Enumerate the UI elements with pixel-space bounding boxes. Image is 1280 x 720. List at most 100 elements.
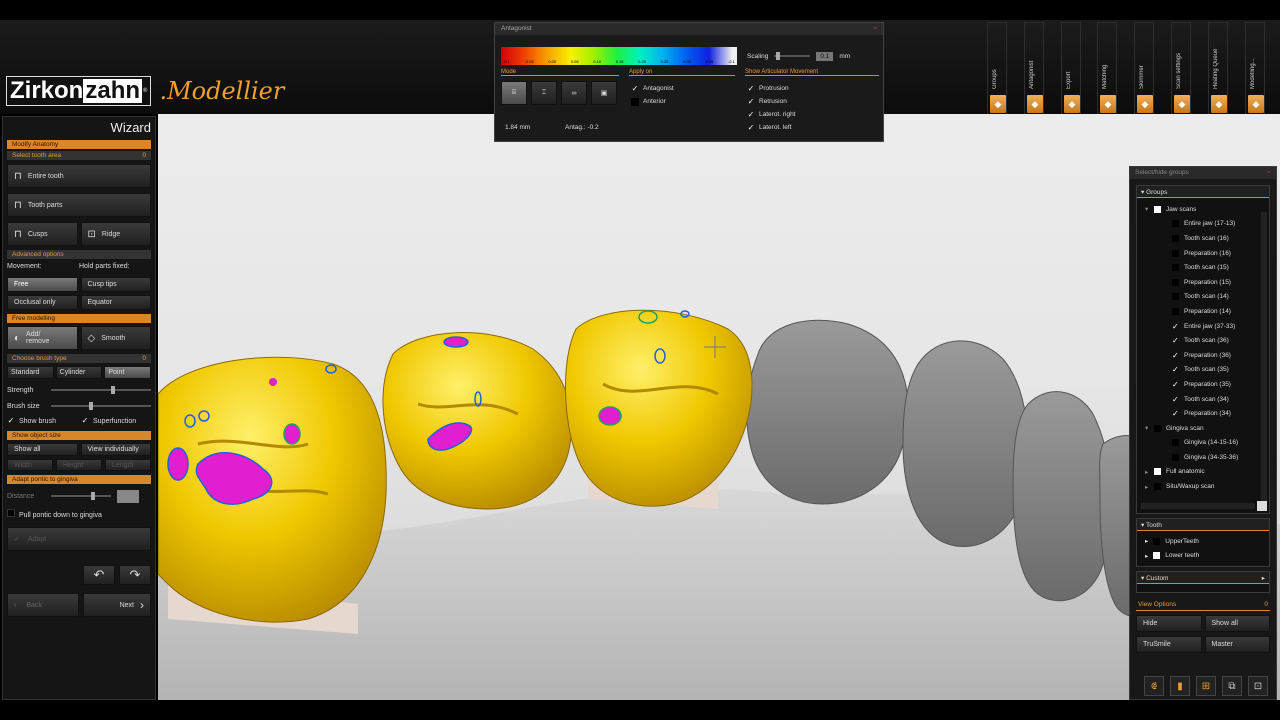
visibility-checkbox[interactable] bbox=[1154, 424, 1161, 432]
visibility-checkbox[interactable] bbox=[1154, 205, 1161, 213]
bottom-tool-3-icon[interactable]: ⊞ bbox=[1196, 676, 1216, 696]
undo-button[interactable]: ↶ bbox=[83, 565, 115, 585]
redo-button[interactable]: ↷ bbox=[119, 565, 151, 585]
tree-item[interactable]: ✓ Preparation (36) bbox=[1145, 348, 1269, 363]
tree-item[interactable]: Gingiva (34-35-36) bbox=[1145, 450, 1269, 465]
scaling-value[interactable]: 0.1 bbox=[816, 51, 834, 61]
ridge-button[interactable]: ⊡ Ridge bbox=[80, 222, 151, 246]
visibility-checkbox[interactable]: ✓ bbox=[1172, 366, 1179, 374]
height-field[interactable]: Height bbox=[56, 459, 102, 471]
movement-checkbox[interactable]: ✓ Laterot. right bbox=[747, 108, 796, 121]
show-brush-checkbox[interactable]: ✓ Show brush bbox=[7, 417, 81, 427]
visibility-checkbox[interactable] bbox=[1172, 453, 1179, 461]
expand-icon[interactable]: ▸ bbox=[1145, 468, 1154, 476]
visibility-checkbox[interactable] bbox=[1172, 278, 1179, 286]
visibility-checkbox[interactable] bbox=[1172, 220, 1179, 228]
mode-button-4[interactable]: ▣ bbox=[591, 81, 617, 105]
movement-checkbox[interactable]: ✓ Retrusion bbox=[747, 95, 796, 108]
entire-tooth-button[interactable]: ⊓ Entire tooth bbox=[7, 164, 151, 188]
brush-point-button[interactable]: Point bbox=[104, 366, 152, 379]
tree-item[interactable]: ✓ Tooth scan (36) bbox=[1145, 333, 1269, 348]
cusps-button[interactable]: ⊓ Cusps bbox=[7, 222, 78, 246]
3d-viewport[interactable] bbox=[158, 114, 1280, 700]
visibility-checkbox[interactable] bbox=[1172, 264, 1179, 272]
tool-strip-3[interactable]: Export ◆ bbox=[1061, 22, 1081, 116]
visibility-checkbox[interactable] bbox=[1154, 483, 1161, 491]
scaling-slider[interactable] bbox=[774, 51, 811, 61]
tree-item[interactable]: ▸ Situ/Waxup scan bbox=[1145, 479, 1269, 494]
trusmile-button[interactable]: TruSmile bbox=[1136, 636, 1202, 654]
tree-scrollbar[interactable] bbox=[1261, 212, 1267, 502]
visibility-checkbox[interactable]: ✓ bbox=[1172, 322, 1179, 330]
visibility-checkbox[interactable] bbox=[1172, 249, 1179, 257]
tree-item[interactable]: ▾ Jaw scans bbox=[1145, 202, 1269, 217]
tree-item[interactable]: ✓ Entire jaw (37-33) bbox=[1145, 319, 1269, 334]
section-advanced-options[interactable]: Advanced options bbox=[7, 250, 151, 259]
show-all-size-button[interactable]: Show all bbox=[7, 443, 78, 456]
apply-on-checkbox[interactable]: Anterior bbox=[631, 95, 674, 108]
movement-checkbox[interactable]: ✓ Protrusion bbox=[747, 82, 796, 95]
tooth-item-upper[interactable]: ▸ UpperTeeth bbox=[1145, 534, 1269, 549]
tree-item[interactable]: ▾ Gingiva scan bbox=[1145, 421, 1269, 436]
brush-size-slider-handle[interactable] bbox=[89, 402, 94, 410]
expand-icon[interactable]: ▾ bbox=[1145, 424, 1154, 432]
brush-size-slider[interactable] bbox=[51, 401, 151, 411]
tree-item[interactable]: Gingiva (14-15-16) bbox=[1145, 436, 1269, 451]
tree-item[interactable]: Tooth scan (14) bbox=[1145, 290, 1269, 305]
smooth-button[interactable]: ◇ Smooth bbox=[80, 326, 151, 350]
tool-strip-2[interactable]: Antagonist ◆ bbox=[1024, 22, 1044, 116]
visibility-checkbox[interactable]: ✓ bbox=[1172, 410, 1179, 418]
groups-close-icon[interactable]: × bbox=[1267, 169, 1271, 177]
visibility-checkbox[interactable] bbox=[1172, 293, 1179, 301]
hold-cusp-tips-button[interactable]: Cusp tips bbox=[80, 277, 151, 292]
tree-item[interactable]: ▸ Full anatomic bbox=[1145, 465, 1269, 480]
movement-checkbox[interactable]: ✓ Laterot. left bbox=[747, 121, 796, 134]
tree-item[interactable]: ✓ Preparation (34) bbox=[1145, 406, 1269, 421]
visibility-checkbox[interactable] bbox=[1172, 307, 1179, 315]
tool-strip-7[interactable]: Heating Queue ◆ bbox=[1208, 22, 1228, 116]
view-individually-button[interactable]: View individually bbox=[80, 443, 151, 456]
view-options-header[interactable]: View Options 0 bbox=[1136, 599, 1270, 612]
bottom-tool-1-icon[interactable]: ⟃ bbox=[1144, 676, 1164, 696]
back-button[interactable]: ‹ Back bbox=[7, 593, 79, 617]
movement-free-button[interactable]: Free bbox=[7, 277, 78, 292]
tool-strip-8[interactable]: Modelling... ◆ bbox=[1245, 22, 1265, 116]
add-remove-button[interactable]: ◐ Add/ remove bbox=[7, 326, 78, 350]
next-button[interactable]: Next › bbox=[83, 593, 151, 617]
tree-item[interactable]: ✓ Tooth scan (35) bbox=[1145, 363, 1269, 378]
close-icon[interactable]: × bbox=[873, 25, 877, 33]
tree-item[interactable]: ✓ Tooth scan (34) bbox=[1145, 392, 1269, 407]
bottom-tool-4-icon[interactable]: ⧉ bbox=[1222, 676, 1242, 696]
tree-item[interactable]: Preparation (15) bbox=[1145, 275, 1269, 290]
section-object-size[interactable]: Show object size bbox=[7, 431, 151, 440]
section-free-modelling[interactable]: Free modelling bbox=[7, 314, 151, 323]
section-adapt-pontic[interactable]: Adapt pontic to gingiva bbox=[7, 475, 151, 484]
bottom-tool-2-icon[interactable]: ▮ bbox=[1170, 676, 1190, 696]
tree-item[interactable]: Preparation (14) bbox=[1145, 304, 1269, 319]
dental-model-view[interactable] bbox=[158, 114, 1280, 700]
movement-occlusal-button[interactable]: Occlusal only bbox=[7, 295, 78, 310]
custom-header[interactable]: ▾ Custom ▸ bbox=[1137, 572, 1269, 585]
tree-item[interactable]: Tooth scan (15) bbox=[1145, 260, 1269, 275]
show-all-button[interactable]: Show all bbox=[1204, 615, 1270, 633]
visibility-checkbox[interactable]: ✓ bbox=[1172, 395, 1179, 403]
groups-header[interactable]: ▾ Groups bbox=[1137, 186, 1269, 198]
visibility-checkbox[interactable]: ✓ bbox=[1172, 380, 1179, 388]
tree-hscrollbar[interactable] bbox=[1141, 503, 1255, 509]
length-field[interactable]: Length bbox=[105, 459, 151, 471]
apply-on-checkbox[interactable]: ✓ Antagonist bbox=[631, 82, 674, 95]
tool-strip-1[interactable]: Groups ◆ bbox=[987, 22, 1007, 116]
visibility-checkbox[interactable]: ✓ bbox=[1172, 337, 1179, 345]
strength-slider[interactable] bbox=[51, 385, 151, 395]
visibility-checkbox[interactable] bbox=[1172, 439, 1179, 447]
visibility-checkbox[interactable] bbox=[1172, 234, 1179, 242]
tool-strip-6[interactable]: Scan settings ◆ bbox=[1171, 22, 1191, 116]
master-button[interactable]: Master bbox=[1204, 636, 1270, 654]
distance-value-field[interactable] bbox=[117, 489, 139, 503]
mode-button-1[interactable]: ⌸ bbox=[501, 81, 527, 105]
tree-item[interactable]: Preparation (16) bbox=[1145, 246, 1269, 261]
brush-standard-button[interactable]: Standard bbox=[7, 366, 54, 379]
section-brush-type[interactable]: Choose brush type 0 bbox=[7, 354, 151, 363]
adapt-button[interactable]: ✓ Adapt bbox=[7, 527, 151, 551]
tool-strip-4[interactable]: Matching ◆ bbox=[1097, 22, 1117, 116]
